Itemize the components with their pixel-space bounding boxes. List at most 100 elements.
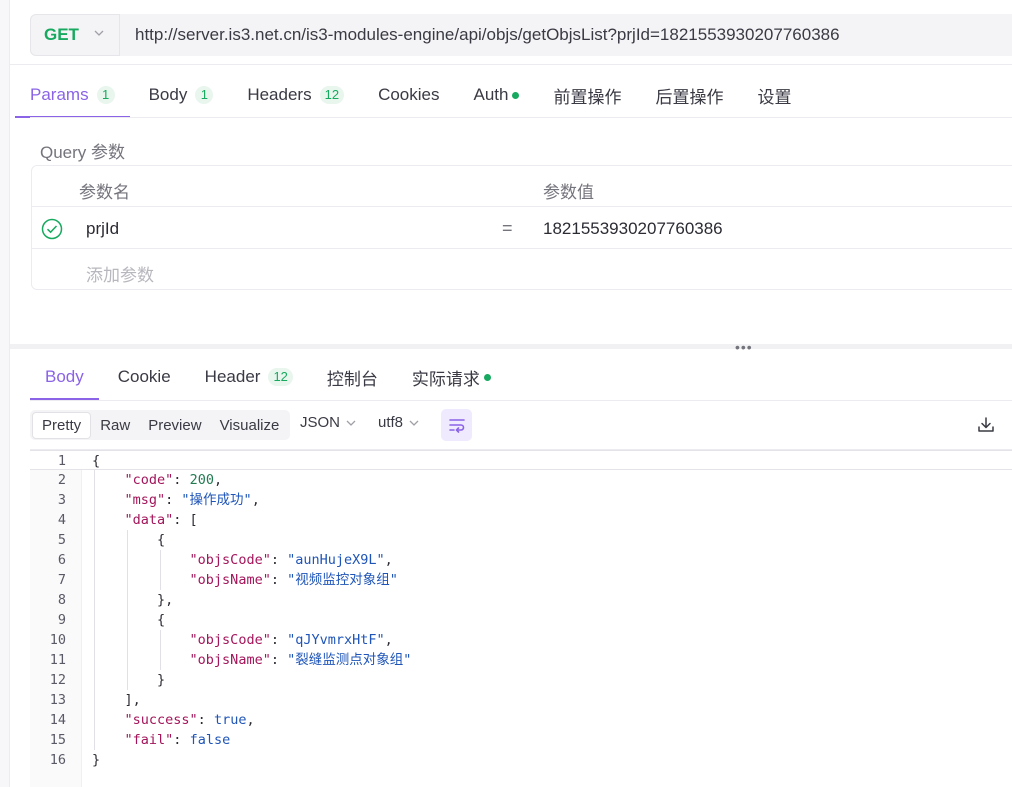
divider (10, 64, 1012, 65)
divider (30, 117, 1012, 118)
divider (30, 400, 1012, 401)
table-row: prjId = 1821553930207760386 (32, 207, 1012, 249)
code-text: "objsCode": "qJYvmrxHtF", (189, 632, 393, 648)
json-key: "objsCode" (189, 552, 271, 568)
add-param-input[interactable]: 添加参数 (86, 261, 154, 286)
status-dot (483, 373, 491, 381)
tab-label: Auth (473, 85, 509, 104)
code-line: 13 ], (30, 690, 1012, 710)
drag-handle-icon[interactable]: ••• (735, 339, 753, 355)
indent-guide (127, 530, 128, 690)
tab-settings[interactable]: 设置 (757, 72, 791, 118)
word-wrap-button[interactable] (441, 409, 472, 441)
line-number: 12 (49, 672, 66, 688)
code-line: 9 { (30, 610, 1012, 630)
code-line: 1 { (30, 450, 1012, 470)
code-line: 15 "fail": false (30, 730, 1012, 750)
tab-console[interactable]: 控制台 (327, 354, 378, 400)
line-number: 10 (49, 632, 66, 648)
param-value[interactable]: 1821553930207760386 (543, 219, 723, 239)
indent-guide (94, 470, 95, 750)
json-boolean: true (213, 712, 247, 728)
json-string: "裂缝监测点对象组" (287, 652, 412, 668)
count-badge: 1 (195, 86, 214, 104)
tab-response-cookie[interactable]: Cookie (118, 354, 171, 400)
tab-headers[interactable]: Headers 12 (247, 72, 345, 118)
code-line: 8 }, (30, 590, 1012, 610)
code-text: } (92, 752, 101, 768)
json-string: "视频监控对象组" (287, 572, 398, 588)
line-number: 14 (49, 712, 66, 728)
tab-label: 后置操作 (655, 87, 724, 107)
code-text: { (92, 453, 101, 469)
tab-label: Headers (247, 85, 312, 104)
code-line: 16 } (30, 750, 1012, 770)
tab-response-header[interactable]: Header 12 (205, 354, 293, 400)
tab-response-body[interactable]: Body (30, 354, 99, 400)
code-text: "data": [ (124, 512, 198, 528)
url-input[interactable]: http://server.is3.net.cn/is3-modules-eng… (135, 25, 840, 45)
count-badge: 12 (268, 368, 293, 386)
tab-label: 实际请求 (411, 369, 480, 389)
view-mode-visualize[interactable]: Visualize (211, 413, 289, 438)
tab-pre-processors[interactable]: 前置操作 (553, 72, 621, 118)
url-bar: GET http://server.is3.net.cn/is3-modules… (30, 14, 1012, 56)
json-key: "data" (124, 512, 174, 528)
check-circle-icon[interactable] (41, 218, 63, 240)
line-number: 1 (57, 453, 66, 469)
view-mode-preview[interactable]: Preview (139, 413, 210, 438)
code-line: 10 "objsCode": "qJYvmrxHtF", (30, 630, 1012, 650)
tab-label: Cookies (378, 85, 440, 104)
code-text: "code": 200, (124, 472, 223, 488)
line-number: 7 (57, 572, 66, 588)
query-params-title: Query 参数 (40, 143, 126, 162)
code-line: 7 "objsName": "视频监控对象组" (30, 570, 1012, 590)
chevron-down-icon (94, 30, 104, 36)
line-number: 4 (57, 512, 66, 528)
json-string: "操作成功" (181, 492, 252, 508)
encoding-value: utf8 (378, 414, 404, 431)
format-select[interactable]: JSON (300, 414, 357, 431)
code-text: "success": true, (124, 712, 255, 728)
line-number: 3 (57, 492, 66, 508)
view-mode-switch: Pretty Raw Preview Visualize (30, 410, 291, 440)
tab-body[interactable]: Body 1 (149, 72, 214, 118)
code-text: "objsName": "视频监控对象组" (189, 572, 398, 588)
view-mode-raw[interactable]: Raw (91, 413, 139, 438)
tab-label: Params (30, 85, 89, 104)
tab-params[interactable]: Params 1 (15, 72, 130, 118)
tab-label: 控制台 (326, 369, 378, 389)
tab-actual-request[interactable]: 实际请求 (412, 354, 491, 400)
code-text: ], (92, 692, 141, 708)
code-text: { (92, 532, 166, 548)
count-badge: 12 (319, 86, 345, 104)
tab-label: Cookie (117, 367, 171, 386)
code-line: 14 "success": true, (30, 710, 1012, 730)
code-text: "fail": false (124, 732, 231, 748)
code-text: { (92, 612, 166, 628)
method-select[interactable]: GET (30, 14, 120, 56)
tab-label: Header (204, 367, 261, 386)
json-key: "fail" (124, 732, 174, 748)
tab-auth[interactable]: Auth (473, 72, 520, 118)
view-mode-pretty[interactable]: Pretty (32, 411, 92, 439)
json-number: 200 (189, 472, 214, 488)
param-name[interactable]: prjId (86, 219, 119, 239)
tab-cookies[interactable]: Cookies (378, 72, 439, 118)
line-number: 8 (57, 592, 66, 608)
tab-post-processors[interactable]: 后置操作 (655, 72, 723, 118)
encoding-select[interactable]: utf8 (378, 414, 420, 431)
json-key: "msg" (124, 492, 166, 508)
code-line: 2 "code": 200, (30, 470, 1012, 490)
code-line: 3 "msg": "操作成功", (30, 490, 1012, 510)
download-icon[interactable] (976, 415, 996, 435)
chevron-down-icon (346, 420, 356, 426)
panel-splitter[interactable] (10, 344, 1012, 349)
json-key: "objsName" (189, 572, 271, 588)
response-code-viewer[interactable]: 1 { 2 "code": 200, 3 "msg": "操作成功", 4 "d… (30, 449, 1012, 787)
code-text: } (92, 672, 166, 688)
indent-guide (160, 630, 161, 670)
code-text: "objsCode": "aunHujeX9L", (189, 552, 393, 568)
code-line: 6 "objsCode": "aunHujeX9L", (30, 550, 1012, 570)
line-number: 16 (49, 752, 66, 768)
